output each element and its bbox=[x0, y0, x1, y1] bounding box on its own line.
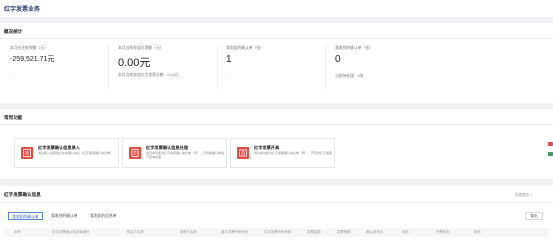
page-title: 红字发票业务 bbox=[4, 7, 41, 13]
quick-card-desc: 通过本功能对红字发票确认信息单（号），开具的红字发票 bbox=[254, 151, 333, 155]
top-bar: 红字发票业务 bbox=[0, 0, 553, 17]
stat-sub: 本月当前发起红字发票总额：0.00元 bbox=[118, 73, 179, 77]
export-button[interactable]: 导出 bbox=[525, 212, 543, 220]
stat-sub: - bbox=[10, 74, 12, 78]
view-more-link[interactable]: 查看更多 > bbox=[515, 193, 532, 198]
tab-sent-confirm[interactable]: 我发起的确认单 bbox=[8, 212, 43, 220]
tab-sent-info[interactable]: 我发起的信息单 bbox=[87, 212, 120, 220]
column-header: 序号 bbox=[14, 230, 21, 234]
divider bbox=[108, 45, 109, 90]
document-process-icon bbox=[129, 147, 141, 159]
column-header: 开票状态 bbox=[436, 230, 450, 234]
stat-received-confirm: 我收到的确认单（张） 0 当前待处理：0张 bbox=[335, 46, 373, 78]
stat-label: 本月当前发起红票额（元） bbox=[118, 46, 164, 50]
stat-label: 我发起的确认单（张） bbox=[226, 46, 264, 50]
stat-value: -259,521.71元 bbox=[10, 56, 55, 63]
stat-label: 本月应还款税额（元） bbox=[10, 46, 48, 50]
column-header: 确认单状态 bbox=[366, 230, 383, 234]
quick-card-red-invoice-issue[interactable]: 红字发票开具 通过本功能对红字发票确认信息单（号），开具的红字发票 bbox=[230, 138, 335, 168]
column-header: 红字发票代码号码 bbox=[264, 230, 292, 234]
column-header: 发票金额 bbox=[307, 230, 321, 234]
stats-title: 概况统计 bbox=[4, 29, 23, 34]
column-header: 红字发票确认信息单编号 bbox=[52, 230, 90, 234]
divider bbox=[0, 38, 553, 39]
side-tab-marker[interactable] bbox=[548, 152, 553, 156]
stat-sent-confirm: 我发起的确认单（张） 1 - bbox=[226, 46, 264, 78]
stat-value: 1 bbox=[226, 54, 232, 65]
column-header: 发票税额 bbox=[337, 230, 351, 234]
invoice-issue-icon bbox=[237, 147, 249, 159]
stats-panel bbox=[0, 23, 553, 103]
quick-title: 常用功能 bbox=[4, 115, 23, 120]
stat-red-amount: 本月当前发起红票额（元） 0.00元 本月当前发起红字发票总额：0.00元 bbox=[118, 46, 179, 77]
table-header: 序号 红字发票确认信息单编号 购买方名称 销售方名称 蓝字发票代码号码 红字发票… bbox=[4, 228, 549, 237]
stat-label: 我收到的确认单（张） bbox=[335, 46, 373, 50]
side-tab-marker[interactable] bbox=[548, 142, 553, 146]
tab-received-confirm[interactable]: 我收到的确认单 bbox=[48, 212, 81, 220]
stat-payable-tax: 本月应还款税额（元） -259,521.71元 - bbox=[10, 46, 54, 78]
divider bbox=[325, 45, 326, 90]
quick-card-confirm-process[interactable]: 红字发票确认信息处理 通过本功能对红字发票确认信息单（号），开具的确认单进行查询… bbox=[122, 138, 227, 168]
divider bbox=[217, 45, 218, 90]
quick-card-confirm-entry[interactable]: 红字发票确认信息录入 通过输入发票信息生成确认信息（红字发票确认信息单） bbox=[14, 138, 119, 168]
column-header: 状态 bbox=[402, 230, 409, 234]
red-invoice-list-panel bbox=[0, 186, 553, 249]
quick-card-desc: 通过输入发票信息生成确认信息（红字发票确认信息单） bbox=[38, 151, 114, 155]
column-header: 蓝字发票代码号码 bbox=[221, 230, 249, 234]
column-header: 操作 bbox=[474, 230, 481, 234]
divider bbox=[0, 202, 553, 203]
quick-card-desc: 通过本功能对红字发票确认信息单（号），开具的确认单进行查询处理 bbox=[146, 151, 225, 159]
stat-sub: - bbox=[226, 74, 228, 78]
column-header: 购买方名称 bbox=[127, 230, 144, 234]
list-title: 红字发票确认信息 bbox=[4, 192, 41, 197]
divider bbox=[0, 124, 553, 125]
column-header: 销售方名称 bbox=[180, 230, 197, 234]
stat-sub: 当前待处理：0张 bbox=[335, 74, 364, 78]
stat-value: 0.00元 bbox=[118, 57, 151, 69]
stat-value: 0 bbox=[335, 54, 341, 65]
invoice-entry-icon bbox=[21, 147, 33, 159]
